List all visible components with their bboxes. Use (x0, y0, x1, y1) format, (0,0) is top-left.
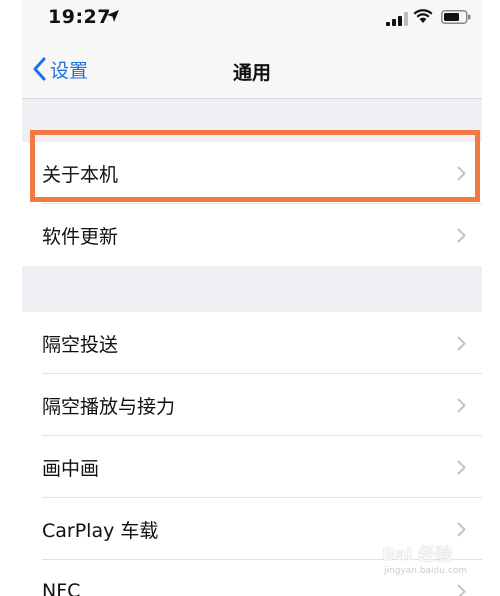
settings-row-airdrop[interactable]: 隔空投送 (22, 312, 482, 374)
settings-row-airplay-handoff[interactable]: 隔空播放与接力 (22, 374, 482, 436)
phone-screenshot: 19:27 设置 通用 关于本机 软件更新 隔空投送 隔空播放与接力 画中画 C… (0, 0, 500, 596)
chevron-left-icon (33, 57, 46, 81)
row-label: NFC (42, 580, 81, 596)
left-margin (0, 0, 22, 596)
watermark: Bai 经验 jingyan.baidu.com (380, 540, 490, 590)
status-time: 19:27 (48, 6, 111, 28)
chevron-right-icon (457, 522, 466, 537)
status-bar: 19:27 (22, 0, 482, 38)
cellular-signal-icon (386, 12, 408, 26)
row-label: CarPlay 车载 (42, 519, 159, 542)
watermark-url: jingyan.baidu.com (384, 566, 468, 576)
navigation-bar: 设置 通用 (22, 38, 482, 99)
page-title: 通用 (232, 62, 271, 84)
chevron-right-icon (457, 398, 466, 413)
settings-row-software-update[interactable]: 软件更新 (22, 204, 482, 266)
settings-group-about: 关于本机 软件更新 (22, 142, 482, 266)
settings-row-about[interactable]: 关于本机 (22, 142, 482, 204)
settings-screen: 19:27 设置 通用 关于本机 软件更新 隔空投送 隔空播放与接力 画中画 C… (22, 0, 482, 596)
chevron-right-icon (457, 228, 466, 243)
back-button[interactable]: 设置 (32, 54, 88, 84)
wifi-icon (413, 9, 433, 23)
chevron-right-icon (457, 460, 466, 475)
row-label: 软件更新 (42, 225, 119, 248)
chevron-right-icon (457, 166, 466, 181)
row-label: 隔空播放与接力 (42, 395, 176, 418)
row-label: 隔空投送 (42, 333, 119, 356)
row-label: 画中画 (42, 457, 100, 480)
row-label: 关于本机 (42, 163, 119, 186)
right-margin (482, 0, 500, 596)
settings-row-picture-in-picture[interactable]: 画中画 (22, 436, 482, 498)
chevron-right-icon (457, 336, 466, 351)
watermark-logo: Bai 经验 (382, 545, 453, 565)
battery-icon (441, 10, 471, 24)
location-arrow-icon (107, 10, 119, 22)
back-label: 设置 (50, 59, 89, 82)
